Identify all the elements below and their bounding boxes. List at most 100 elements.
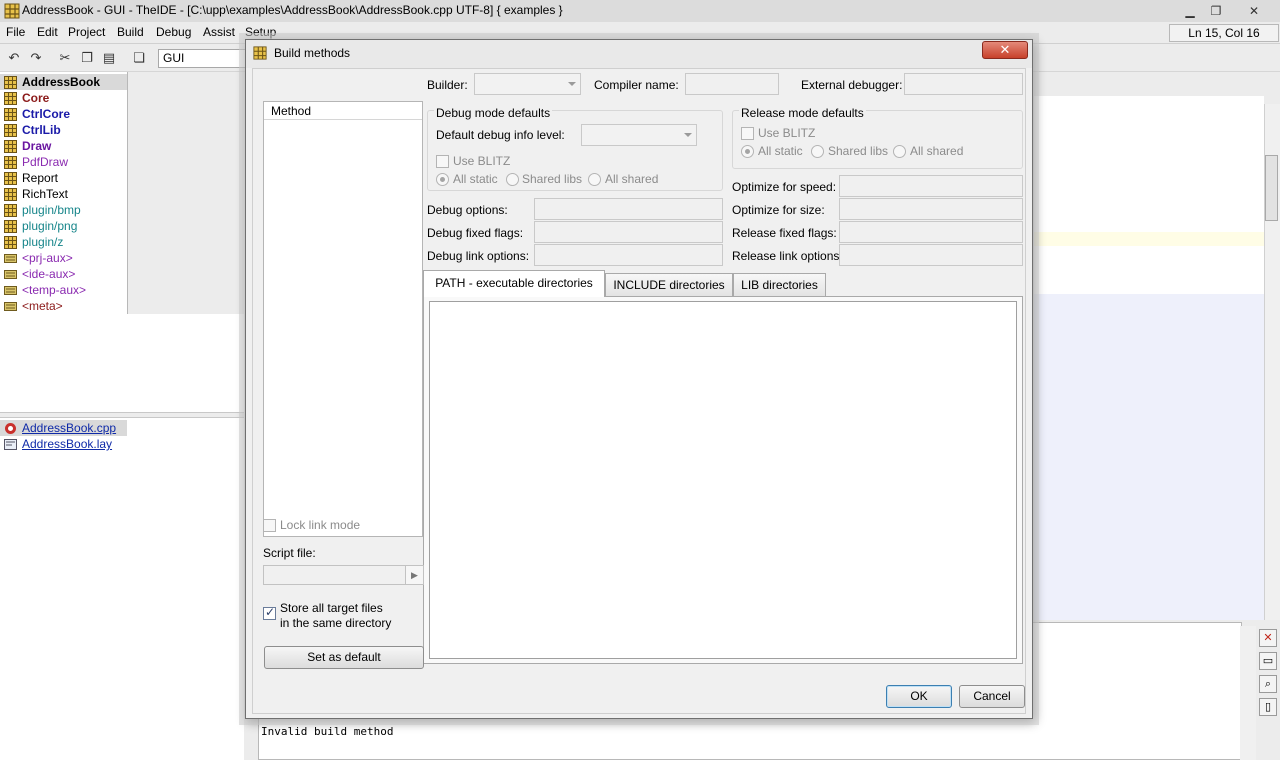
menu-build[interactable]: Build <box>117 25 144 39</box>
package-item[interactable]: PdfDraw <box>0 154 127 170</box>
package-item[interactable]: <prj-aux> <box>0 250 127 266</box>
title-bar: AddressBook - GUI - TheIDE - [C:\upp\exa… <box>0 0 1280 22</box>
find-icon[interactable]: ⌕ <box>1259 675 1277 693</box>
browse-script-icon[interactable]: ▶ <box>405 566 423 584</box>
console-scrollbar[interactable] <box>1240 626 1256 760</box>
release-fixed-flags-field[interactable] <box>839 221 1023 243</box>
menu-assist[interactable]: Assist <box>203 25 235 39</box>
minimize-button[interactable]: ▁ <box>1176 2 1204 20</box>
cpp-file-icon <box>5 423 16 434</box>
method-column-header[interactable]: Method <box>264 102 422 120</box>
main-config-combo[interactable]: GUI <box>158 49 248 68</box>
optimize-speed-field[interactable] <box>839 175 1023 197</box>
tab-path-directories[interactable]: PATH - executable directories <box>423 270 605 297</box>
folder-aux-icon <box>4 254 17 263</box>
optimize-size-field[interactable] <box>839 198 1023 220</box>
package-item[interactable]: Draw <box>0 138 127 154</box>
layout-file-icon <box>4 439 17 450</box>
editor-block-highlight <box>1034 294 1264 620</box>
builder-combo[interactable] <box>474 73 581 95</box>
package-label: <meta> <box>22 299 63 313</box>
cursor-position-indicator: Ln 15, Col 16 <box>1169 24 1279 42</box>
package-label: RichText <box>22 187 69 201</box>
debug-use-blitz-checkbox[interactable] <box>436 155 449 168</box>
menu-project[interactable]: Project <box>68 25 105 39</box>
package-icon <box>4 156 17 169</box>
maximize-button[interactable]: ❐ <box>1202 2 1230 20</box>
debug-shared-libs-radio[interactable] <box>506 173 519 186</box>
file-item[interactable]: AddressBook.lay <box>0 436 127 452</box>
store-target-files-checkbox[interactable] <box>263 605 276 620</box>
calculator-icon[interactable]: ▯ <box>1259 698 1277 716</box>
menu-file[interactable]: File <box>6 25 25 39</box>
close-window-button[interactable]: ✕ <box>1240 2 1268 20</box>
release-use-blitz-checkbox[interactable] <box>741 127 754 140</box>
release-use-blitz-label: Use BLITZ <box>758 126 816 140</box>
chevron-down-icon <box>568 82 576 86</box>
debug-all-static-radio[interactable] <box>436 173 449 186</box>
menu-debug[interactable]: Debug <box>156 25 191 39</box>
console-list-icon[interactable]: ▭ <box>1259 652 1277 670</box>
debug-all-shared-radio[interactable] <box>588 173 601 186</box>
package-item[interactable]: CtrlCore <box>0 106 127 122</box>
lock-link-mode-checkbox[interactable] <box>263 519 276 532</box>
cancel-button[interactable]: Cancel <box>959 685 1025 708</box>
debug-options-field[interactable] <box>534 198 723 220</box>
paste-icon[interactable]: ▤ <box>100 49 118 67</box>
release-link-options-field[interactable] <box>839 244 1023 266</box>
package-item[interactable]: plugin/bmp <box>0 202 127 218</box>
release-all-static-radio[interactable] <box>741 145 754 158</box>
menu-edit[interactable]: Edit <box>37 25 58 39</box>
package-item[interactable]: plugin/png <box>0 218 127 234</box>
package-item[interactable]: <temp-aux> <box>0 282 127 298</box>
package-item[interactable]: AddressBook <box>0 74 127 90</box>
release-all-shared-radio[interactable] <box>893 145 906 158</box>
script-file-field[interactable] <box>263 565 424 585</box>
redo-icon[interactable]: ↷ <box>27 49 45 67</box>
builder-label: Builder: <box>427 78 468 92</box>
package-item[interactable]: RichText <box>0 186 127 202</box>
menu-setup[interactable]: Setup <box>245 25 276 39</box>
tab-lib-directories[interactable]: LIB directories <box>733 273 826 296</box>
compiler-name-field[interactable] <box>685 73 779 95</box>
package-item[interactable]: Report <box>0 170 127 186</box>
release-shared-libs-radio[interactable] <box>811 145 824 158</box>
script-file-label: Script file: <box>263 546 316 560</box>
ok-button[interactable]: OK <box>886 685 952 708</box>
dialog-close-button[interactable]: ✕ <box>982 41 1028 59</box>
package-label: plugin/png <box>22 219 78 233</box>
package-item[interactable]: CtrlLib <box>0 122 127 138</box>
path-directories-editor[interactable] <box>429 301 1017 659</box>
copy-icon[interactable]: ❐ <box>78 49 96 67</box>
debug-info-level-combo[interactable] <box>581 124 697 146</box>
package-icon <box>4 76 17 89</box>
package-item[interactable]: plugin/z <box>0 234 127 250</box>
package-list: AddressBook Core CtrlCore CtrlLib Draw PdfDra… <box>0 72 128 314</box>
undo-icon[interactable]: ↶ <box>5 49 23 67</box>
package-item[interactable]: <meta> <box>0 298 127 314</box>
package-item[interactable]: Core <box>0 90 127 106</box>
clear-console-icon[interactable]: ✕ <box>1259 629 1277 647</box>
package-label: CtrlLib <box>22 123 61 137</box>
cut-icon[interactable]: ✂ <box>56 49 74 67</box>
file-label: AddressBook.lay <box>22 437 113 451</box>
method-list[interactable]: Method <box>263 101 423 537</box>
copy-clip-icon[interactable]: ❏ <box>130 49 148 67</box>
set-as-default-button[interactable]: Set as default <box>264 646 424 669</box>
folder-aux-icon <box>4 302 17 311</box>
debug-fixed-flags-field[interactable] <box>534 221 723 243</box>
tab-include-directories[interactable]: INCLUDE directories <box>605 273 733 296</box>
editor-scroll-thumb[interactable] <box>1265 155 1278 221</box>
package-label: <ide-aux> <box>22 267 76 281</box>
package-item[interactable]: <ide-aux> <box>0 266 127 282</box>
package-label: Report <box>22 171 59 185</box>
build-methods-dialog: Build methods ✕ Method Builder: Compiler… <box>245 39 1033 719</box>
dialog-title-bar[interactable]: Build methods ✕ <box>246 40 1032 68</box>
package-label: plugin/z <box>22 235 64 249</box>
store-target-files-label-line2: in the same directory <box>280 616 392 630</box>
tab-pane <box>423 296 1023 664</box>
debug-link-options-field[interactable] <box>534 244 723 266</box>
debug-options-label: Debug options: <box>427 203 508 217</box>
external-debugger-field[interactable] <box>904 73 1023 95</box>
file-item[interactable]: AddressBook.cpp <box>0 420 127 436</box>
